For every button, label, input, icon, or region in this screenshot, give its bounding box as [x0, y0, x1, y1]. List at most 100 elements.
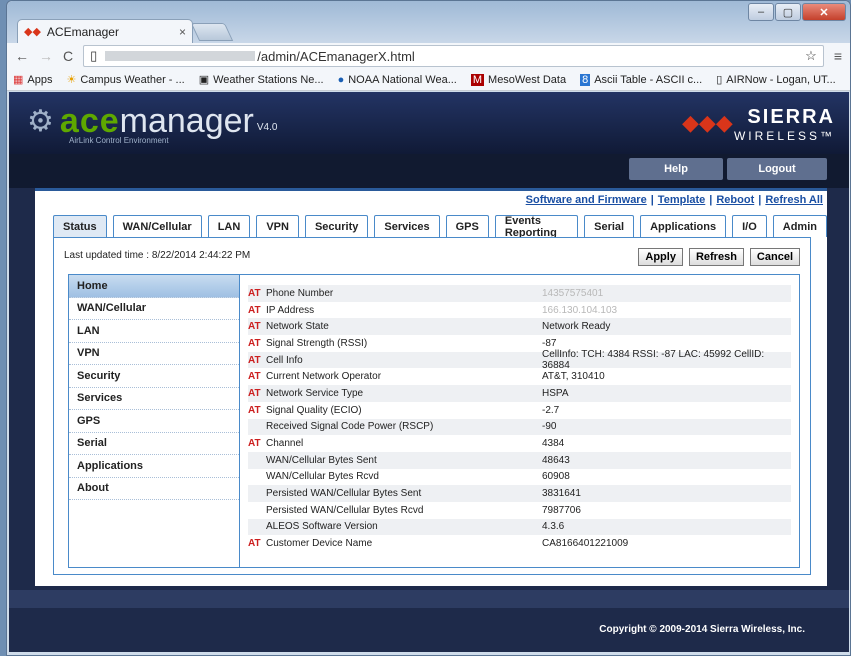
row-value: 48643 [542, 454, 570, 466]
noaa-icon: ● [337, 73, 345, 86]
star-icon[interactable]: ☆ [805, 48, 817, 64]
sidebar-item-services[interactable]: Services [69, 388, 239, 410]
acemanager-page: ⚙ ace manager V4.0 AirLink Control Envir… [9, 92, 849, 652]
help-button[interactable]: Help [629, 158, 723, 180]
tab-security[interactable]: Security [304, 215, 369, 237]
row-label: Persisted WAN/Cellular Bytes Sent [266, 488, 422, 500]
sun-icon: ☀ [66, 74, 77, 86]
back-icon[interactable]: ← [15, 48, 29, 64]
tab-applications[interactable]: Applications [640, 215, 727, 237]
tab-vpn[interactable]: VPN [256, 215, 299, 237]
bookmark-weather-stations[interactable]: ▣ Weather Stations Ne... [199, 73, 324, 87]
main-tabs: Status WAN/Cellular LAN VPN Security Ser… [53, 215, 827, 239]
logout-button[interactable]: Logout [727, 158, 827, 180]
at-command-badge: AT [248, 287, 261, 299]
address-bar[interactable]: ▯ /admin/ACEmanagerX.html ☆ [83, 45, 824, 67]
table-row: AT Cell Info CellInfo: TCH: 4384 RSSI: -87… [248, 349, 791, 372]
bookmark-noaa[interactable]: ● NOAA National Wea... [338, 74, 457, 86]
at-command-badge: AT [248, 337, 261, 349]
row-value: CA8166401221009 [542, 538, 629, 550]
row-label: Received Signal Code Power (RSCP) [266, 421, 434, 433]
row-value: 166.130.104.103 [542, 304, 618, 316]
browser-tab[interactable]: ◆◆ ACEmanager × [17, 19, 193, 43]
bookmark-mesowest[interactable]: M MesoWest Data [470, 73, 566, 86]
tab-wan-cellular[interactable]: WAN/Cellular [112, 215, 202, 237]
sidebar-item-applications[interactable]: Applications [69, 455, 239, 478]
sierra-mark-icon: ◆◆◆ [681, 110, 733, 135]
window-close-button[interactable]: ✕ [802, 3, 846, 21]
page-icon: ▯ [716, 74, 723, 86]
tab-admin[interactable]: Admin [772, 215, 827, 237]
details-table: AT Phone Number 14357575401 AT IP Address 166… [248, 285, 791, 552]
at-command-badge: AT [248, 354, 261, 366]
row-value: Network Ready [542, 321, 611, 333]
tab-strip: ◆◆ ACEmanager × – ▢ ✕ [7, 1, 850, 43]
bookmark-apps[interactable]: ▦ Apps [13, 73, 52, 87]
sidebar-item-vpn[interactable]: VPN [69, 343, 239, 365]
gear-icon: ⚙ [27, 105, 54, 138]
reboot-link[interactable]: Reboot [716, 194, 754, 206]
tab-gps[interactable]: GPS [445, 215, 489, 237]
tab-close-icon[interactable]: × [179, 25, 186, 39]
last-updated-text: Last updated time : 8/22/2014 2:44:22 PM [64, 250, 251, 261]
refresh-all-link[interactable]: Refresh All [765, 194, 823, 206]
bookmarks-bar: ▦ Apps ☀ Campus Weather - ... ▣ Weather Sta… [7, 69, 850, 91]
template-link[interactable]: Template [658, 194, 705, 206]
page-header: ⚙ ace manager V4.0 AirLink Control Envir… [9, 92, 849, 154]
page-icon: ▯ [90, 48, 98, 63]
sidebar-item-security[interactable]: Security [69, 365, 239, 388]
maximize-button[interactable]: ▢ [775, 3, 801, 21]
tab-events-reporting[interactable]: Events Reporting [494, 215, 579, 239]
software-firmware-link[interactable]: Software and Firmware [526, 194, 647, 206]
table-row: Persisted WAN/Cellular Bytes Sent 3831641 [248, 485, 791, 502]
tab-status[interactable]: Status [53, 215, 107, 237]
apply-button[interactable]: Apply [638, 248, 683, 266]
minimize-button[interactable]: – [748, 3, 774, 21]
main-content: Software and Firmware | Template | Reboot |… [35, 188, 827, 586]
table-row: AT Network Service Type HSPA [248, 385, 791, 402]
at-command-badge: AT [248, 438, 261, 450]
sidebar-item-about[interactable]: About [69, 478, 239, 500]
row-label: IP Address [266, 304, 315, 316]
sidebar-item-home[interactable]: Home [69, 275, 239, 298]
tab-lan[interactable]: LAN [207, 215, 251, 237]
copyright-text: Copyright © 2009-2014 Sierra Wireless, I… [599, 624, 805, 635]
browser-toolbar: ← → C ▯ /admin/ACEmanagerX.html ☆ ≡ [7, 43, 850, 69]
row-value: -90 [542, 421, 557, 433]
tab-serial[interactable]: Serial [584, 215, 635, 237]
browser-window: ◆◆ ACEmanager × – ▢ ✕ ← → C ▯ /admin/ACE… [6, 0, 851, 656]
row-label: Persisted WAN/Cellular Bytes Rcvd [266, 504, 424, 516]
row-value: AT&T, 310410 [542, 371, 605, 383]
row-value: -2.7 [542, 404, 560, 416]
row-label: Channel [266, 438, 304, 450]
row-label: Network Service Type [266, 387, 364, 399]
row-label: WAN/Cellular Bytes Rcvd [266, 471, 379, 483]
bookmark-ascii-table[interactable]: 8 Ascii Table - ASCII c... [580, 73, 702, 86]
table-row: AT IP Address 166.130.104.103 [248, 302, 791, 319]
tab-io[interactable]: I/O [732, 215, 767, 237]
sidebar-item-serial[interactable]: Serial [69, 433, 239, 455]
cancel-button[interactable]: Cancel [749, 248, 800, 266]
at-command-badge: AT [248, 321, 261, 333]
row-label: Network State [266, 321, 329, 333]
menu-icon[interactable]: ≡ [834, 48, 842, 64]
forward-icon[interactable]: → [39, 48, 53, 64]
row-label: ALEOS Software Version [266, 521, 378, 533]
tab-services[interactable]: Services [374, 215, 440, 237]
bookmark-campus-weather[interactable]: ☀ Campus Weather - ... [66, 73, 184, 87]
new-tab-button[interactable] [190, 23, 234, 41]
at-command-badge: AT [248, 538, 261, 550]
row-value: CellInfo: TCH: 4384 RSSI: -87 LAC: 45992… [542, 349, 765, 372]
apps-grid-icon: ▦ [13, 74, 24, 86]
status-panel: Last updated time : 8/22/2014 2:44:22 PM… [53, 237, 811, 575]
reload-icon[interactable]: C [63, 48, 73, 64]
sidebar-item-gps[interactable]: GPS [69, 410, 239, 433]
refresh-button[interactable]: Refresh [688, 248, 744, 266]
table-row: Received Signal Code Power (RSCP) -90 [248, 418, 791, 436]
sidebar-item-wan-cellular[interactable]: WAN/Cellular [69, 298, 239, 320]
sidebar-item-lan[interactable]: LAN [69, 320, 239, 343]
bookmark-airnow[interactable]: ▯ AIRNow - Logan, UT... [716, 73, 836, 87]
row-label: Customer Device Name [266, 538, 373, 550]
table-row: AT Network State Network Ready [248, 318, 791, 336]
table-row: WAN/Cellular Bytes Rcvd 60908 [248, 469, 791, 486]
